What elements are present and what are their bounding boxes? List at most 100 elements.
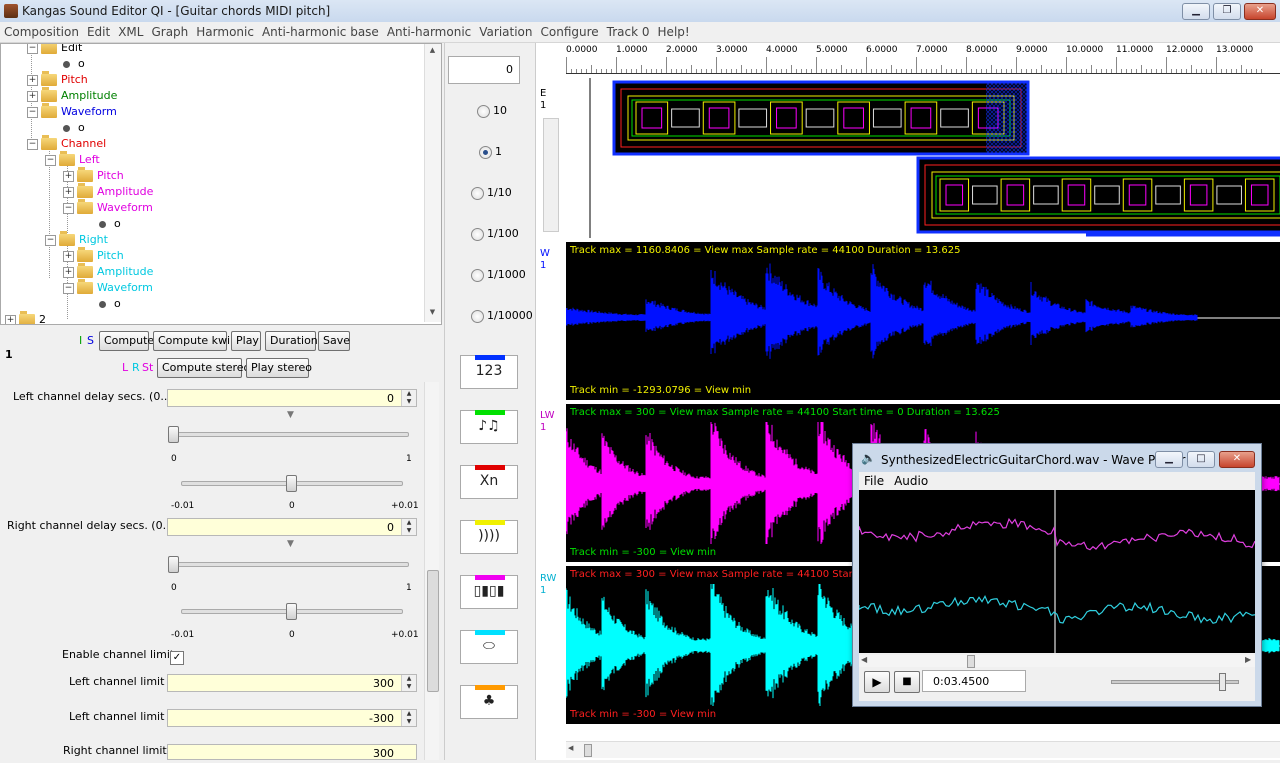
close-button[interactable]: ✕ bbox=[1244, 3, 1276, 20]
drum-tool-button[interactable]: ⬭ bbox=[460, 630, 518, 664]
tree-node-channel[interactable]: − Channel bbox=[27, 135, 106, 152]
player-volume-thumb[interactable] bbox=[1219, 673, 1226, 691]
player-maximize-button[interactable]: □ bbox=[1187, 451, 1215, 468]
compute-button[interactable]: Compute bbox=[99, 331, 154, 351]
tree-node-waveform[interactable]: − Waveform bbox=[27, 103, 117, 120]
player-close-button[interactable]: ✕ bbox=[1219, 451, 1255, 468]
menu-graph[interactable]: Graph bbox=[147, 22, 192, 42]
spinner-icon[interactable]: ▲ ▼ bbox=[401, 710, 416, 726]
tree-leaf[interactable]: o bbox=[99, 216, 121, 232]
tree-leaf[interactable]: o bbox=[63, 120, 85, 136]
notes-tool-button[interactable]: ♪♫ bbox=[460, 410, 518, 444]
menu-track-0[interactable]: Track 0 bbox=[603, 22, 654, 42]
menu-xml[interactable]: XML bbox=[114, 22, 147, 42]
tree-node-edit[interactable]: − Edit bbox=[27, 44, 82, 56]
track-w[interactable]: Track max = 1160.8406 = View max Sample … bbox=[565, 242, 1280, 400]
collapse-icon[interactable]: − bbox=[27, 138, 38, 150]
play-button[interactable]: Play bbox=[231, 331, 261, 351]
collapse-icon[interactable]: − bbox=[45, 234, 56, 246]
drummer-tool-button[interactable]: ♣ bbox=[460, 685, 518, 719]
menu-anti-harmonic[interactable]: Anti-harmonic bbox=[383, 22, 475, 42]
right-delay-fine-thumb[interactable] bbox=[286, 603, 297, 620]
scroll-right-icon[interactable]: ▶ bbox=[1245, 655, 1251, 664]
number-tool-button[interactable]: 123 bbox=[460, 355, 518, 389]
note-block[interactable] bbox=[612, 80, 1030, 156]
expand-icon[interactable]: + bbox=[63, 250, 74, 262]
expand-icon[interactable]: + bbox=[27, 74, 38, 86]
zoom-value-field[interactable]: 0 bbox=[448, 56, 520, 84]
duration-button[interactable]: Duration bbox=[265, 331, 318, 351]
tree-node-right-pitch[interactable]: + Pitch bbox=[63, 247, 124, 264]
collapse-icon[interactable]: − bbox=[27, 44, 38, 54]
menu-composition[interactable]: Composition bbox=[0, 22, 83, 42]
tree-node-amplitude[interactable]: + Amplitude bbox=[27, 87, 117, 104]
zoom-radio-2[interactable] bbox=[471, 187, 484, 200]
tree-node-left[interactable]: − Left bbox=[45, 151, 100, 168]
scroll-up-icon[interactable]: ▲ bbox=[427, 46, 438, 56]
zoom-radio-5[interactable] bbox=[471, 310, 484, 323]
player-minimize-button[interactable]: ▁ bbox=[1155, 451, 1183, 468]
scroll-thumb[interactable] bbox=[584, 744, 592, 757]
tree-node-right-amplitude[interactable]: + Amplitude bbox=[63, 263, 153, 280]
menu-harmonic[interactable]: Harmonic bbox=[192, 22, 258, 42]
scroll-thumb[interactable] bbox=[427, 570, 439, 692]
tree-node-right-waveform[interactable]: − Waveform bbox=[63, 279, 153, 296]
right-delay-slider[interactable] bbox=[169, 562, 409, 567]
player-stop-button[interactable]: ■ bbox=[894, 671, 920, 693]
player-menu-audio[interactable]: Audio bbox=[889, 472, 933, 490]
expand-icon[interactable]: + bbox=[63, 170, 74, 182]
wave-tool-button[interactable]: )))) bbox=[460, 520, 518, 554]
tree-node-right[interactable]: − Right bbox=[45, 231, 108, 248]
right-hi-field[interactable]: 300 bbox=[167, 744, 417, 760]
play-stereo-button[interactable]: Play stereo bbox=[246, 358, 312, 378]
right-delay-field[interactable]: 0 ▲ ▼ bbox=[167, 518, 417, 536]
spinner-icon[interactable]: ▲ ▼ bbox=[401, 675, 416, 691]
menu-variation[interactable]: Variation bbox=[475, 22, 536, 42]
event-track-scrollbar[interactable] bbox=[543, 118, 559, 232]
spinner-icon[interactable]: ▲ ▼ bbox=[401, 390, 416, 406]
zoom-radio-1[interactable] bbox=[479, 146, 492, 159]
scroll-left-icon[interactable]: ◀ bbox=[861, 655, 867, 664]
tree-leaf[interactable]: o bbox=[99, 296, 121, 312]
collapse-icon[interactable]: − bbox=[63, 282, 74, 294]
scroll-thumb[interactable] bbox=[967, 655, 975, 668]
zoom-radio-3[interactable] bbox=[471, 228, 484, 241]
expand-icon[interactable]: + bbox=[63, 266, 74, 278]
right-delay-slider-thumb[interactable] bbox=[168, 556, 179, 573]
timeline-scrollbar[interactable]: ◀ bbox=[566, 741, 1280, 758]
tree-node-left-pitch[interactable]: + Pitch bbox=[63, 167, 124, 184]
menu-configure[interactable]: Configure bbox=[537, 22, 603, 42]
left-lo-field[interactable]: -300 ▲ ▼ bbox=[167, 709, 417, 727]
tree-node-left-amplitude[interactable]: + Amplitude bbox=[63, 183, 153, 200]
menu-anti-harmonic-base[interactable]: Anti-harmonic base bbox=[258, 22, 383, 42]
minimize-button[interactable]: ▁ bbox=[1182, 3, 1210, 20]
piano-tool-button[interactable]: ▯▮▯▮ bbox=[460, 575, 518, 609]
tree-node-2[interactable]: +2 bbox=[5, 311, 46, 324]
collapse-icon[interactable]: − bbox=[27, 106, 38, 118]
tree-node-pitch[interactable]: + Pitch bbox=[27, 71, 88, 88]
save-button[interactable]: Save bbox=[318, 331, 350, 351]
player-play-button[interactable]: ▶ bbox=[864, 671, 890, 693]
enable-limits-checkbox[interactable]: ✓ bbox=[170, 651, 184, 665]
tree-scrollbar[interactable]: ▲ ▼ bbox=[424, 44, 441, 322]
zoom-radio-0[interactable] bbox=[477, 105, 490, 118]
tree-node-left-waveform[interactable]: − Waveform bbox=[63, 199, 153, 216]
collapse-icon[interactable]: − bbox=[45, 154, 56, 166]
compute-stereo-button[interactable]: Compute stereo bbox=[157, 358, 250, 378]
zoom-radio-4[interactable] bbox=[471, 269, 484, 282]
xn-tool-button[interactable]: Xn bbox=[460, 465, 518, 499]
player-menu-file[interactable]: File bbox=[859, 472, 889, 490]
spinner-icon[interactable]: ▲ ▼ bbox=[401, 519, 416, 535]
player-waveform-view[interactable] bbox=[858, 490, 1256, 653]
controls-scrollbar[interactable] bbox=[424, 382, 439, 760]
left-delay-slider-thumb[interactable] bbox=[168, 426, 179, 443]
left-delay-slider[interactable] bbox=[169, 432, 409, 437]
scroll-left-icon[interactable]: ◀ bbox=[568, 744, 573, 752]
tree-leaf[interactable]: o bbox=[63, 56, 85, 72]
left-hi-field[interactable]: 300 ▲ ▼ bbox=[167, 674, 417, 692]
collapse-icon[interactable]: − bbox=[63, 202, 74, 214]
expand-icon[interactable]: + bbox=[63, 186, 74, 198]
expand-icon[interactable]: + bbox=[27, 90, 38, 102]
left-delay-fine-thumb[interactable] bbox=[286, 475, 297, 492]
scroll-down-icon[interactable]: ▼ bbox=[427, 308, 438, 318]
